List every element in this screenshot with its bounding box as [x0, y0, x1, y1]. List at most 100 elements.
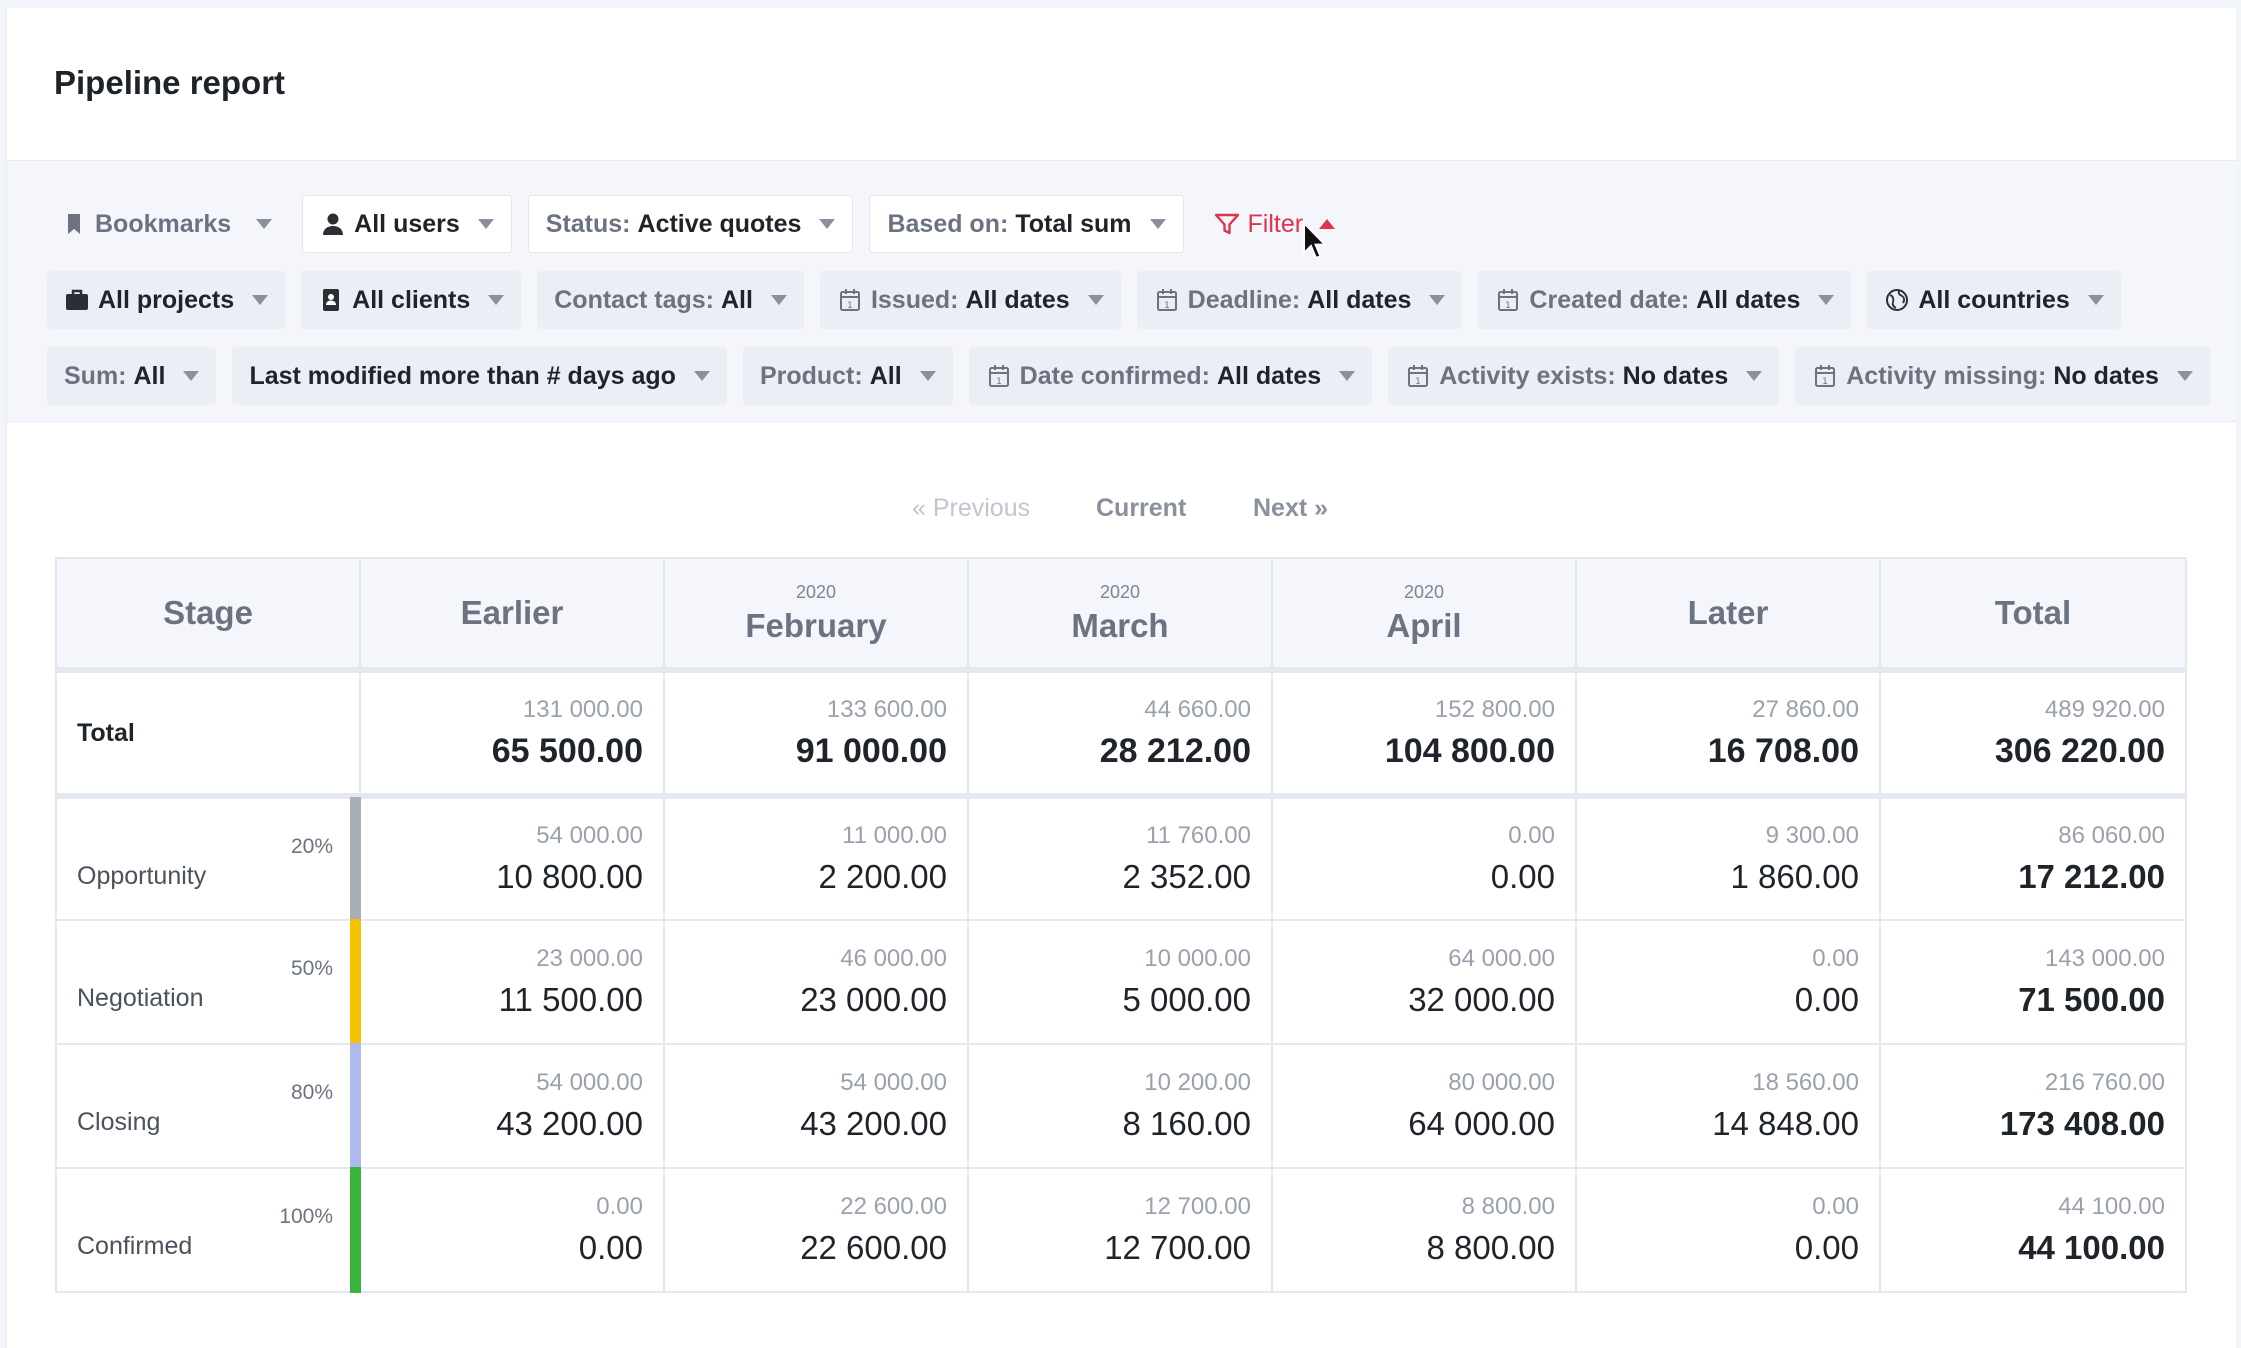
calendar-icon: 1: [986, 363, 1012, 389]
cell-total-sum: 8 800.00: [1461, 1193, 1555, 1220]
activity-exists-filter-label: Activity exists:: [1439, 361, 1616, 390]
value-cell: 54 000.00 43 200.00: [663, 1043, 969, 1169]
stage-name: Opportunity: [77, 862, 207, 890]
cell-total-sum: 18 560.00: [1752, 1069, 1859, 1096]
bookmarks-filter[interactable]: Bookmarks: [47, 195, 286, 253]
stage-color-bar: [350, 797, 361, 921]
column-label: February: [745, 606, 887, 644]
value-cell: 152 800.00 104 800.00: [1271, 667, 1577, 799]
value-cell: 27 860.00 16 708.00: [1575, 667, 1881, 799]
value-cell: 0.00 0.00: [1575, 1167, 1881, 1293]
caret-down-icon: [252, 295, 269, 305]
value-cell: 11 760.00 2 352.00: [967, 795, 1273, 921]
cell-weighted-sum: 71 500.00: [2018, 981, 2165, 1018]
cell-total-sum: 133 600.00: [826, 695, 947, 723]
cell-weighted-sum: 64 000.00: [1408, 1105, 1555, 1142]
value-cell: 46 000.00 23 000.00: [663, 919, 969, 1045]
cell-weighted-sum: 2 352.00: [1122, 858, 1251, 895]
based-on-filter[interactable]: Based on: Total sum: [869, 195, 1184, 253]
cell-total-sum: 64 000.00: [1448, 945, 1555, 972]
stage-row-negotiation: 50% Negotiation 23 000.00 11 500.00 46 000.0…: [55, 919, 2187, 1045]
cell-total-sum: 0.00: [1812, 1193, 1859, 1220]
users-filter[interactable]: All users: [302, 195, 512, 253]
value-cell: 10 000.00 5 000.00: [967, 919, 1273, 1045]
cell-total-sum: 44 660.00: [1144, 695, 1251, 723]
cell-total-sum: 143 000.00: [2044, 945, 2165, 972]
cell-weighted-sum: 16 708.00: [1707, 731, 1859, 770]
caret-down-icon: [693, 371, 710, 381]
cell-total-sum: 489 920.00: [2044, 695, 2165, 723]
column-label: Later: [1687, 594, 1769, 631]
stage-name: Closing: [77, 1108, 161, 1136]
issued-filter[interactable]: 1 Issued: All dates: [819, 271, 1121, 329]
status-filter-value: Active quotes: [637, 209, 802, 238]
deadline-filter-label: Deadline:: [1187, 285, 1301, 314]
date-confirmed-filter[interactable]: 1 Date confirmed: All dates: [968, 347, 1373, 405]
cell-weighted-sum: 306 220.00: [1994, 731, 2165, 770]
clients-filter[interactable]: All clients: [301, 271, 522, 329]
cell-total-sum: 22 600.00: [840, 1193, 947, 1220]
cell-weighted-sum: 0.00: [1490, 858, 1555, 895]
column-year: 2020: [1099, 581, 1141, 602]
value-cell: 0.00 0.00: [1575, 919, 1881, 1045]
cell-weighted-sum: 11 500.00: [498, 981, 643, 1018]
mouse-cursor-icon: [1303, 221, 1328, 260]
cell-total-sum: 54 000.00: [536, 822, 643, 849]
calendar-icon: 1: [1812, 363, 1838, 389]
svg-text:1: 1: [1822, 377, 1828, 387]
created-date-filter[interactable]: 1 Created date: All dates: [1478, 271, 1852, 329]
stage-row-closing: 80% Closing 54 000.00 43 200.00 54 000.00 43 …: [55, 1043, 2187, 1169]
activity-missing-filter-value: No dates: [2053, 361, 2159, 390]
cell-weighted-sum: 12 700.00: [1104, 1229, 1251, 1266]
previous-link[interactable]: « Previous: [912, 494, 1030, 523]
stage-row-opportunity: 20% Opportunity 54 000.00 10 800.00 11 000.0…: [55, 795, 2187, 921]
current-link[interactable]: Current: [1096, 494, 1186, 523]
last-modified-filter-value: Last modified more than # days ago: [249, 361, 676, 390]
user-icon: [320, 211, 346, 237]
cell-total-sum: 0.00: [1508, 822, 1555, 849]
projects-filter[interactable]: All projects: [47, 271, 286, 329]
caret-down-icon: [488, 295, 505, 305]
svg-text:1: 1: [1415, 377, 1421, 387]
cell-weighted-sum: 17 212.00: [2018, 858, 2165, 895]
deadline-filter[interactable]: 1 Deadline: All dates: [1136, 271, 1463, 329]
briefcase-icon: [64, 287, 90, 313]
next-link[interactable]: Next »: [1253, 494, 1328, 523]
activity-exists-filter[interactable]: 1 Activity exists: No dates: [1388, 347, 1780, 405]
value-cell: 22 600.00 22 600.00: [663, 1167, 969, 1293]
cell-total-sum: 10 200.00: [1144, 1069, 1251, 1096]
cell-total-sum: 46 000.00: [840, 945, 947, 972]
column-header-total: Total: [1879, 557, 2187, 671]
sum-filter[interactable]: Sum: All: [47, 347, 217, 405]
value-cell: 11 000.00 2 200.00: [663, 795, 969, 921]
column-header-march: 2020 March: [967, 557, 1273, 671]
column-header-later: Later: [1575, 557, 1881, 671]
caret-down-icon: [819, 219, 836, 229]
countries-filter-value: All countries: [1918, 285, 2070, 314]
cell-weighted-sum: 0.00: [1794, 981, 1859, 1018]
cell-weighted-sum: 28 212.00: [1099, 731, 1251, 770]
total-row-label: Total: [55, 667, 361, 799]
column-label: Total: [1994, 594, 2072, 631]
status-filter[interactable]: Status: Active quotes: [527, 195, 854, 253]
issued-filter-value: All dates: [965, 285, 1070, 314]
cell-total-sum: 86 060.00: [2058, 822, 2165, 849]
product-filter[interactable]: Product: All: [742, 347, 953, 405]
cell-weighted-sum: 104 800.00: [1384, 731, 1555, 770]
column-header-earlier: Earlier: [359, 557, 665, 671]
cell-weighted-sum: 91 000.00: [795, 731, 947, 770]
sum-filter-label: Sum:: [64, 361, 127, 390]
status-filter-label: Status:: [545, 209, 631, 238]
activity-missing-filter[interactable]: 1 Activity missing: No dates: [1795, 347, 2210, 405]
cell-total-sum: 11 760.00: [1146, 822, 1251, 849]
countries-filter[interactable]: All countries: [1867, 271, 2121, 329]
cell-weighted-sum: 2 200.00: [818, 858, 947, 895]
last-modified-filter[interactable]: Last modified more than # days ago: [232, 347, 727, 405]
cell-total-sum: 44 100.00: [2058, 1193, 2165, 1220]
calendar-icon: 1: [1405, 363, 1431, 389]
cell-weighted-sum: 8 160.00: [1122, 1105, 1251, 1142]
total-row: Total 131 000.00 65 500.00 133 600.00 91 000…: [55, 667, 2187, 799]
stage-cell: 100% Confirmed: [55, 1167, 361, 1293]
cell-weighted-sum: 32 000.00: [1408, 981, 1555, 1018]
contact-tags-filter[interactable]: Contact tags: All: [537, 271, 804, 329]
